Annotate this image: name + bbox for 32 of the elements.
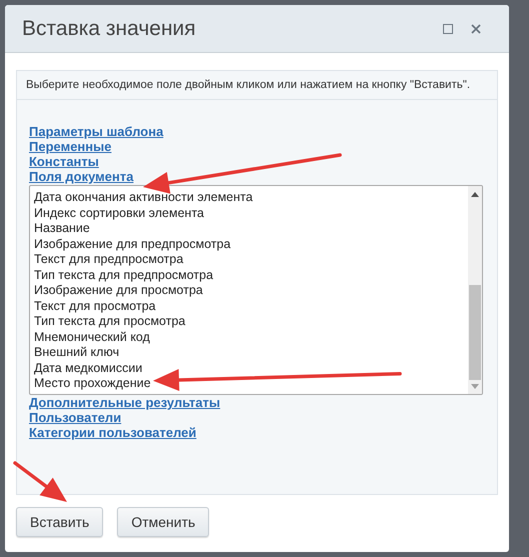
group-link[interactable]: Поля документа — [29, 169, 134, 184]
window-title: Вставка значения — [22, 16, 197, 42]
list-option[interactable]: Текст для просмотра — [34, 298, 468, 314]
instruction-text: Выберите необходимое поле двойным кликом или нажатием на кнопку "Вставить". — [26, 78, 472, 93]
list-option[interactable]: Изображение для предпросмотра — [34, 236, 468, 252]
list-option[interactable]: Место прохождение — [34, 376, 468, 392]
list-option[interactable]: Внешний ключ — [34, 345, 468, 360]
fields-listbox[interactable] — [29, 185, 483, 395]
list-option[interactable]: Название — [34, 221, 468, 236]
group-link[interactable]: Константы — [29, 154, 99, 169]
dialog-button[interactable]: Вставить — [16, 507, 104, 537]
group-link[interactable]: Параметры шаблона — [29, 124, 164, 139]
dialog-button[interactable]: Отменить — [117, 507, 210, 537]
list-option[interactable]: Индекс сортировки элемента — [34, 206, 468, 221]
scroll-down-icon[interactable] — [471, 384, 479, 389]
group-link[interactable]: Переменные — [29, 139, 112, 154]
scrollbar-thumb[interactable] — [469, 285, 481, 380]
close-icon[interactable] — [471, 24, 481, 34]
annotation-arrow — [12, 460, 70, 505]
scroll-up-icon[interactable] — [471, 192, 479, 197]
list-option[interactable]: Изображение для просмотра — [34, 283, 468, 298]
list-option[interactable]: Текст для предпросмотра — [34, 252, 468, 268]
scrollbar[interactable] — [468, 186, 482, 394]
list-option[interactable]: Тип текста для предпросмотра — [34, 268, 468, 283]
list-option[interactable]: Дата окончания активности элемента — [34, 190, 468, 206]
list-option[interactable]: Мнемонический код — [34, 330, 468, 345]
list-option[interactable]: Дата медкомиссии — [34, 360, 468, 376]
group-link[interactable]: Дополнительные результаты — [29, 395, 220, 410]
list-option[interactable]: Тип текста для просмотра — [34, 314, 468, 330]
group-link[interactable]: Категории пользователей — [29, 425, 196, 440]
maximize-button[interactable] — [443, 24, 453, 34]
group-link[interactable]: Пользователи — [29, 410, 122, 425]
